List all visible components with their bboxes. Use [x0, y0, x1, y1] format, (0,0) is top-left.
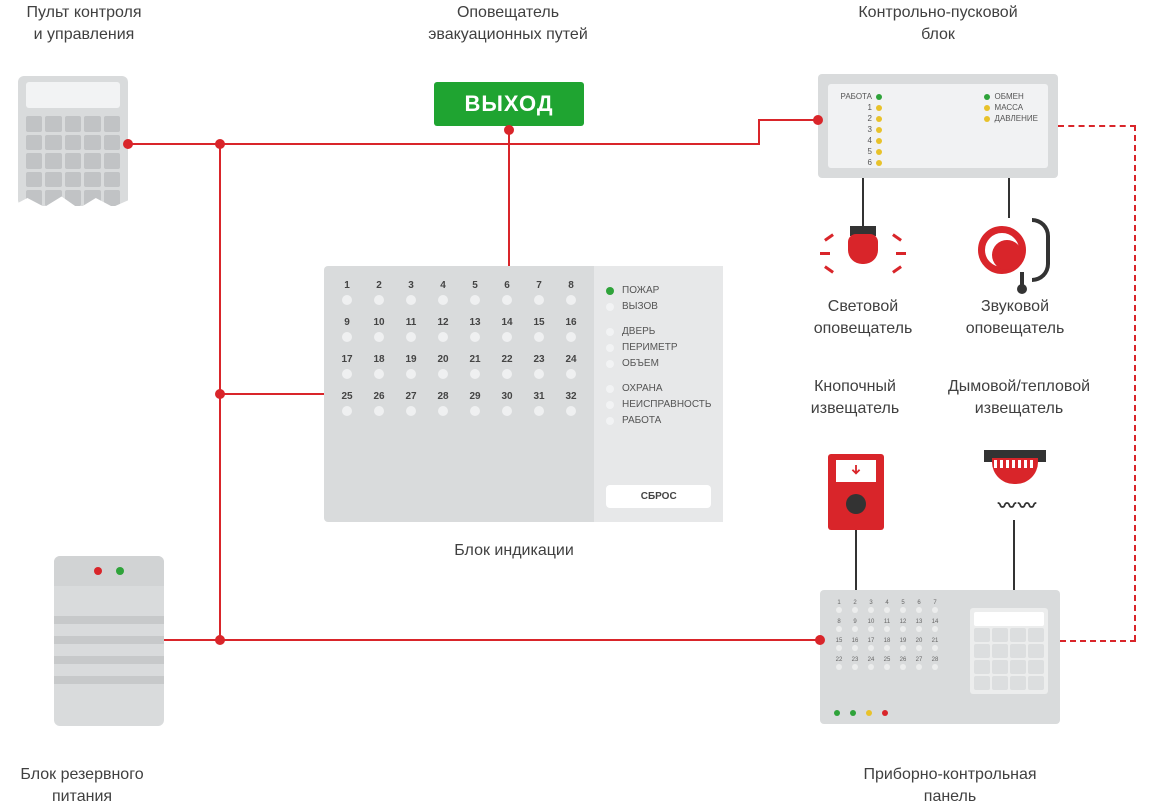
status-пожар: ПОЖАР: [606, 285, 711, 296]
sound-alarm-icon: [970, 218, 1050, 298]
label-backup-power: Блок резервного питания: [0, 764, 172, 809]
status-вызов: ВЫЗОВ: [606, 301, 711, 312]
wire: [220, 639, 820, 641]
black-wire: [1013, 520, 1015, 590]
exit-sign: ВЫХОД: [434, 82, 584, 126]
launch-block-device: РАБОТА123456 ОБМЕНМАССАДАВЛЕНИЕ: [818, 74, 1058, 178]
wire-node: [215, 389, 225, 399]
label-button-detector: Кнопочный извещатель: [780, 376, 930, 421]
smoke-detector-icon: 〰〰: [980, 450, 1050, 520]
wire-node: [815, 635, 825, 645]
status-охрана: ОХРАНА: [606, 383, 711, 394]
label-smoke-detector: Дымовой/тепловой извещатель: [934, 376, 1104, 421]
wire-node: [504, 125, 514, 135]
status-объем: ОБЪЕМ: [606, 358, 711, 369]
label-indication-block: Блок индикации: [424, 540, 604, 562]
wire: [758, 119, 818, 121]
wire: [508, 126, 510, 266]
label-sound-notifier: Звуковой оповещатель: [940, 296, 1090, 341]
black-wire: [862, 178, 864, 226]
indication-block-device: 1234567891011121314151617181920212223242…: [324, 266, 704, 522]
light-alarm-icon: [818, 222, 908, 292]
control-console-device: [18, 76, 128, 206]
wire: [164, 639, 220, 641]
console-screen: [26, 82, 120, 108]
wire-dashed: [1134, 125, 1136, 641]
status-работа: РАБОТА: [606, 415, 711, 426]
label-exit-notifier: Оповещатель эвакуационных путей: [418, 2, 598, 47]
console-keys: [26, 116, 120, 206]
wire-dashed: [1058, 125, 1136, 127]
label-instrument-panel: Приборно-контрольная панель: [850, 764, 1050, 809]
reset-button[interactable]: СБРОС: [606, 485, 711, 508]
black-wire: [1008, 178, 1010, 218]
panel-keypad: [970, 608, 1048, 694]
call-point-icon: [828, 454, 884, 530]
backup-power-device: [54, 556, 164, 726]
status-неисправность: НЕИСПРАВНОСТЬ: [606, 399, 711, 410]
black-wire: [855, 530, 857, 590]
wire: [128, 143, 220, 145]
label-launch-block: Контрольно-пусковой блок: [848, 2, 1028, 47]
instrument-panel-device: 1234567891011121314151617181920212223242…: [820, 590, 1060, 724]
status-периметр: ПЕРИМЕТР: [606, 342, 711, 353]
wire: [758, 120, 760, 145]
wire-dashed: [1060, 640, 1136, 642]
label-control-console: Пульт контроля и управления: [0, 2, 174, 47]
wire-node: [813, 115, 823, 125]
wire: [220, 143, 760, 145]
wire: [220, 393, 324, 395]
label-light-notifier: Световой оповещатель: [788, 296, 938, 341]
status-дверь: ДВЕРЬ: [606, 326, 711, 337]
